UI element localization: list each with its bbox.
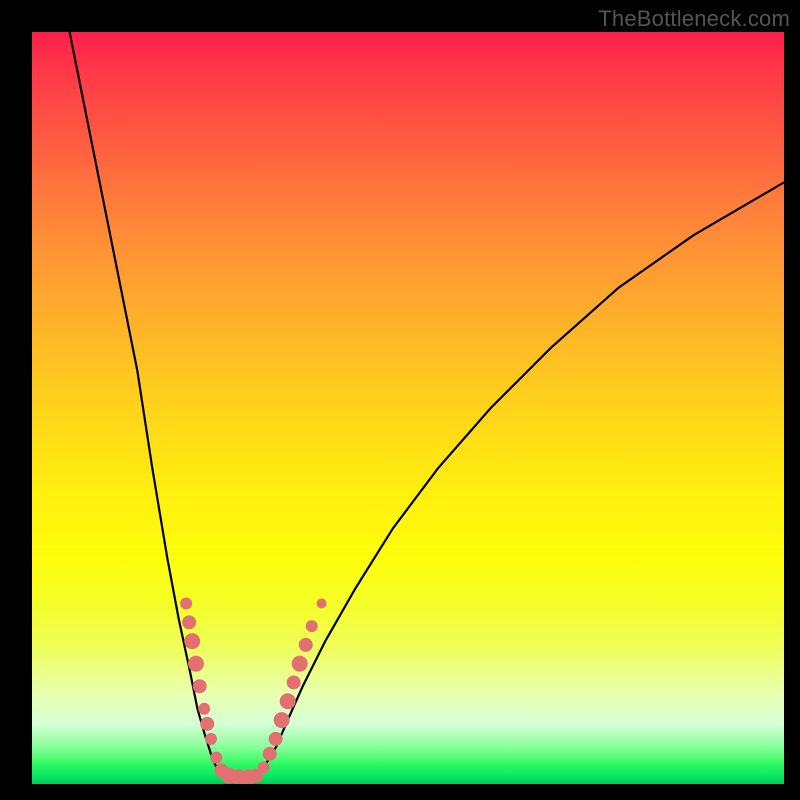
data-marker	[188, 656, 204, 672]
data-marker	[198, 703, 210, 715]
outer-frame: TheBottleneck.com	[0, 0, 800, 800]
curve-right-branch	[258, 182, 784, 776]
data-marker	[274, 712, 290, 728]
data-marker	[263, 747, 277, 761]
watermark-text: TheBottleneck.com	[598, 6, 790, 32]
data-marker	[184, 633, 200, 649]
data-marker	[193, 679, 207, 693]
data-marker	[205, 733, 217, 745]
curve-group	[70, 32, 784, 778]
chart-svg	[32, 32, 784, 784]
data-marker	[182, 615, 196, 629]
data-marker	[299, 638, 313, 652]
data-marker	[317, 599, 327, 609]
data-marker	[210, 752, 222, 764]
data-marker	[258, 761, 270, 773]
data-marker	[180, 598, 192, 610]
data-marker	[200, 717, 214, 731]
data-marker	[269, 732, 283, 746]
plot-area	[32, 32, 784, 784]
data-marker	[280, 693, 296, 709]
data-marker	[292, 656, 308, 672]
data-marker	[287, 675, 301, 689]
markers-group	[180, 598, 326, 784]
data-marker	[306, 620, 318, 632]
